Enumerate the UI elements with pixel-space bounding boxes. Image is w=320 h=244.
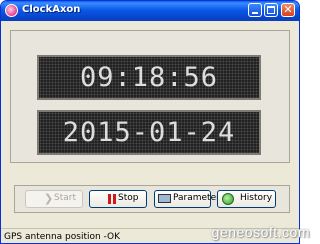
history-icon xyxy=(222,193,234,205)
window-title: ClockAxon xyxy=(22,4,81,15)
history-label: History xyxy=(240,193,273,203)
app-window: ClockAxon ✕ 09:18:56 2015-01-24 ❯ Start … xyxy=(0,0,300,244)
start-label: Start xyxy=(54,193,76,203)
arrow-right-icon: ❯ xyxy=(44,192,54,205)
close-button[interactable]: ✕ xyxy=(281,3,295,17)
clock-app-icon[interactable] xyxy=(5,4,18,17)
time-value: 09:18:56 xyxy=(79,62,219,93)
stop-label: Stop xyxy=(118,193,139,203)
time-display: 09:18:56 xyxy=(37,55,261,100)
date-value: 2015-01-24 xyxy=(62,117,236,148)
pause-icon xyxy=(108,194,116,204)
start-button[interactable]: ❯ Start xyxy=(25,190,83,208)
minimize-icon xyxy=(252,12,258,14)
maximize-icon xyxy=(267,6,275,14)
watermark: geneosoft.com xyxy=(211,224,310,240)
parameters-button[interactable]: Parameters xyxy=(154,190,225,208)
stop-button[interactable]: Stop xyxy=(89,190,147,208)
monitor-icon xyxy=(158,194,171,203)
title-bar[interactable]: ClockAxon ✕ xyxy=(1,1,299,21)
maximize-button[interactable] xyxy=(264,3,278,17)
minimize-button[interactable] xyxy=(248,3,262,17)
date-display: 2015-01-24 xyxy=(37,110,261,155)
history-button[interactable]: History xyxy=(217,190,276,208)
status-text: GPS antenna position -OK xyxy=(4,232,121,242)
close-icon: ✕ xyxy=(283,3,293,16)
